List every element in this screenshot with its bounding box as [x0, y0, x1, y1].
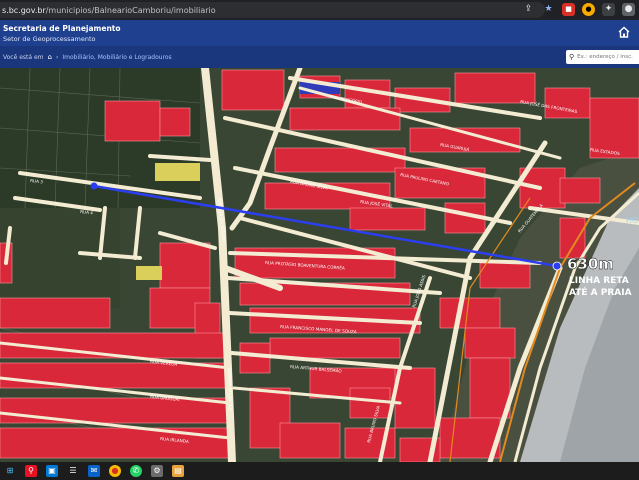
photos-icon[interactable]: ▤ — [172, 465, 184, 477]
profile-icon[interactable]: ● — [622, 3, 635, 16]
breadcrumb-prefix: Você está em — [3, 53, 44, 61]
search-icon[interactable]: ⚲ — [25, 465, 37, 477]
breadcrumb-bar: Você está em ⌂ › Imobiliário, Mobiliário… — [0, 46, 639, 68]
breadcrumb-separator: › — [55, 53, 59, 61]
page-subtitle: Setor de Geoprocessamento — [3, 35, 96, 43]
distance-start-point[interactable] — [90, 182, 98, 190]
task-view-icon[interactable]: ▣ — [46, 465, 58, 477]
distance-label: 630m — [567, 255, 614, 273]
map-viewport[interactable]: RUA BRUNO SILVA RUA PAULINO CAETANO RUA … — [0, 68, 639, 462]
settings-icon[interactable]: ⚙ — [151, 465, 163, 477]
taskbar: ⊞ ⚲ ▣ ☰ ✉ ● ✆ ⚙ ▤ — [0, 462, 639, 480]
extension-icon[interactable]: ■ — [562, 3, 575, 16]
whatsapp-icon[interactable]: ✆ — [130, 465, 142, 477]
map-canvas[interactable]: RUA BRUNO SILVA RUA PAULINO CAETANO RUA … — [0, 68, 639, 462]
star-icon[interactable]: ★ — [542, 3, 555, 16]
address-bar[interactable]: s.bc.gov.br/municipios/BalnearioCamboriu… — [0, 2, 545, 18]
search-icon: ⚲ — [569, 53, 575, 61]
highlighted-lot[interactable] — [136, 266, 162, 280]
browser-toolbar: s.bc.gov.br/municipios/BalnearioCamboriu… — [0, 0, 639, 20]
app-header: Secretaria de Planejamento Setor de Geop… — [0, 20, 639, 46]
url-path: /municipios/BalnearioCamboriu/imobiliari… — [45, 5, 216, 15]
extension-icon[interactable]: ● — [582, 3, 595, 16]
breadcrumb-current[interactable]: Imobiliário, Mobiliário e Logradouros — [62, 54, 171, 61]
file-explorer-icon[interactable]: ☰ — [67, 465, 79, 477]
share-icon[interactable]: ⇪ — [522, 3, 535, 16]
page-title: Secretaria de Planejamento — [3, 24, 121, 33]
chrome-icon[interactable]: ● — [109, 465, 121, 477]
mail-icon[interactable]: ✉ — [88, 465, 100, 477]
search-box[interactable]: ⚲ — [566, 50, 639, 64]
url-host: s.bc.gov.br — [2, 5, 46, 15]
breadcrumb: Você está em ⌂ › Imobiliário, Mobiliário… — [3, 53, 172, 61]
search-input[interactable] — [577, 54, 636, 60]
distance-caption-line2: ATÉ A PRAIA — [569, 286, 632, 298]
distance-caption-line1: LINHA RETA — [569, 276, 629, 286]
windows-icon[interactable]: ⊞ — [4, 465, 16, 477]
distance-end-point[interactable] — [552, 261, 562, 271]
home-icon[interactable] — [617, 25, 631, 39]
puzzle-icon[interactable]: ✦ — [602, 3, 615, 16]
breadcrumb-home-icon[interactable]: ⌂ — [48, 53, 52, 61]
map-side-label: HO ML — [626, 216, 639, 225]
highlighted-lot[interactable] — [155, 163, 200, 181]
